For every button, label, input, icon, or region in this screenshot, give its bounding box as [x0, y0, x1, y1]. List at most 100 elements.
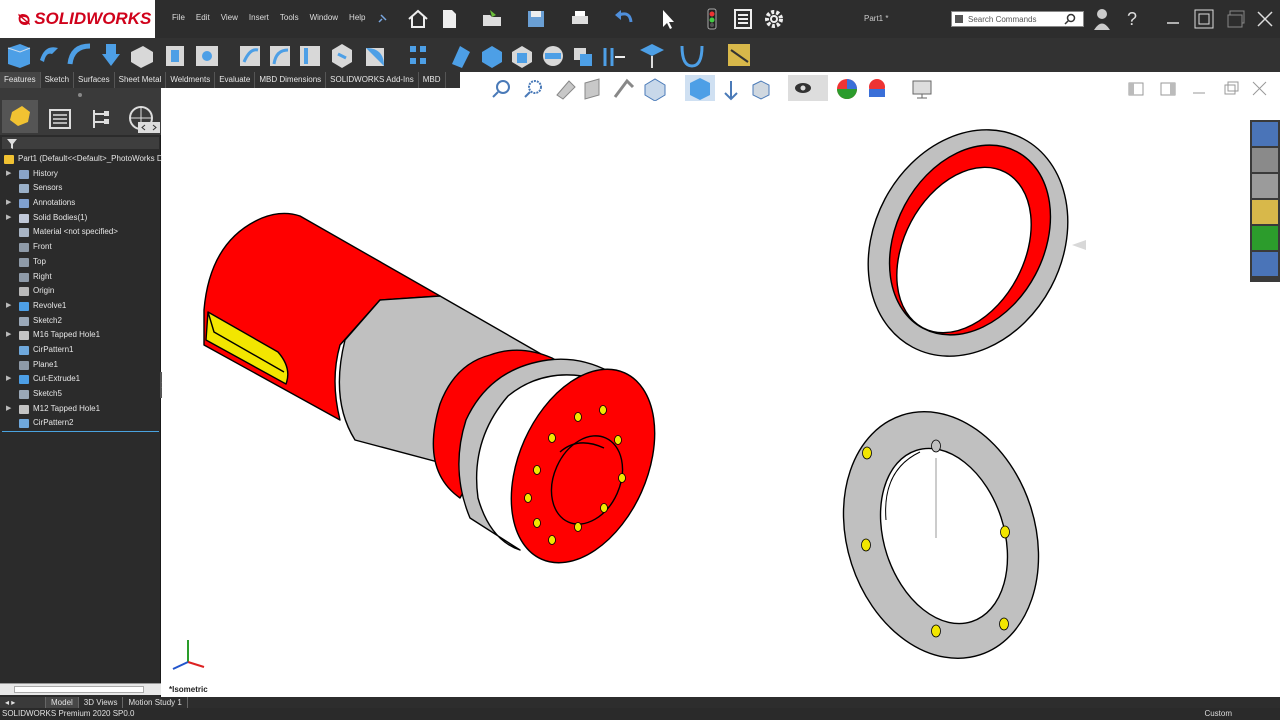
file-properties-icon[interactable] — [731, 7, 755, 31]
tab-mbd[interactable]: MBD — [419, 72, 446, 88]
tab-scroll-arrows-icon[interactable]: ◂ ▸ — [0, 697, 46, 708]
display-style-icon[interactable] — [685, 75, 715, 101]
tab-3d-views[interactable]: 3D Views — [79, 697, 124, 708]
tab-solidworks-add-ins[interactable]: SOLIDWORKS Add-Ins — [326, 72, 419, 88]
tab-sheet-metal[interactable]: Sheet Metal — [115, 72, 167, 88]
home-icon[interactable] — [406, 7, 430, 31]
menu-insert[interactable]: Insert — [249, 13, 269, 22]
pin-icon[interactable] — [376, 13, 388, 25]
feature-manager-tab-icon[interactable] — [2, 100, 38, 133]
help-icon[interactable]: ? — [1124, 9, 1142, 29]
wrap-icon[interactable] — [543, 46, 563, 66]
tree-item-m12-tapped-hole1[interactable]: ▶ M12 Tapped Hole1 — [0, 402, 161, 417]
tab-surfaces[interactable]: Surfaces — [74, 72, 115, 88]
tab-features[interactable]: Features — [0, 72, 41, 88]
expand-arrow-icon[interactable]: ▶ — [6, 372, 11, 386]
scrollbar-thumb[interactable] — [14, 686, 144, 693]
hide-show-items-icon[interactable] — [724, 81, 738, 101]
dynamic-annotation-icon[interactable] — [613, 78, 635, 98]
tab-sketch[interactable]: Sketch — [41, 72, 75, 88]
tree-item-front-plane[interactable]: Front — [0, 240, 161, 255]
tree-item-history[interactable]: ▶ History — [0, 167, 161, 182]
reference-geometry-icon[interactable] — [640, 44, 664, 68]
tree-item-top-plane[interactable]: Top — [0, 255, 161, 270]
appearance-ball-icon[interactable] — [837, 79, 857, 99]
close-icon[interactable] — [1256, 10, 1274, 28]
shell-icon[interactable] — [512, 46, 532, 68]
unit-system-selector[interactable]: Custom — [1204, 708, 1232, 720]
menu-window[interactable]: Window — [310, 13, 338, 22]
menu-help[interactable]: Help — [349, 13, 365, 22]
curves-icon[interactable] — [680, 45, 704, 68]
viewport-tile-right-icon[interactable] — [1160, 82, 1176, 96]
intersect-icon[interactable] — [574, 48, 592, 66]
tab-model[interactable]: Model — [46, 697, 79, 708]
tree-item-sensors[interactable]: Sensors — [0, 181, 161, 196]
open-folder-icon[interactable] — [480, 7, 504, 31]
tree-item-revolve1[interactable]: ▶ Revolve1 — [0, 299, 161, 314]
tab-mbd-dimensions[interactable]: MBD Dimensions — [255, 72, 327, 88]
menu-tools[interactable]: Tools — [280, 13, 299, 22]
draft-icon[interactable] — [482, 46, 502, 68]
extruded-cut-icon[interactable] — [166, 46, 184, 66]
search-scope-icon[interactable] — [954, 14, 964, 24]
viewport-close-icon[interactable] — [1252, 81, 1267, 96]
panel-grip-icon[interactable] — [78, 93, 82, 97]
tab-evaluate[interactable]: Evaluate — [215, 72, 256, 88]
options-gear-icon[interactable] — [762, 7, 786, 31]
tree-root-part1[interactable]: Part1 (Default<<Default>_PhotoWorks D — [0, 152, 163, 167]
flange-ring-part[interactable] — [813, 386, 1070, 684]
menu-edit[interactable]: Edit — [196, 13, 210, 22]
revolved-cut-icon[interactable] — [240, 46, 260, 66]
solidworks-resources-icon[interactable] — [1252, 122, 1278, 146]
tab-motion-study-1[interactable]: Motion Study 1 — [123, 697, 188, 708]
previous-view-icon[interactable] — [556, 80, 576, 100]
design-library-icon[interactable] — [1252, 148, 1278, 172]
section-view-icon[interactable] — [584, 78, 600, 100]
menu-file[interactable]: File — [172, 13, 185, 22]
print-icon[interactable] — [568, 7, 592, 31]
menu-view[interactable]: View — [221, 13, 238, 22]
configuration-manager-tab-icon[interactable] — [93, 110, 109, 128]
swept-boss-icon[interactable] — [67, 43, 91, 65]
appearances-scenes-icon[interactable] — [1252, 226, 1278, 250]
search-icon[interactable] — [1064, 13, 1076, 25]
view-settings-monitor-icon[interactable] — [912, 80, 932, 99]
view-orientation-icon[interactable] — [644, 78, 666, 101]
hole-wizard-icon[interactable] — [196, 46, 218, 66]
expand-arrow-icon[interactable]: ▶ — [6, 167, 11, 181]
tree-item-origin[interactable]: Origin — [0, 284, 161, 299]
select-cursor-icon[interactable] — [656, 7, 680, 31]
tree-item-m16-tapped-hole1[interactable]: ▶ M16 Tapped Hole1 — [0, 328, 161, 343]
edit-appearance-box-icon[interactable] — [752, 80, 770, 100]
hide-show-eye-icon[interactable] — [788, 75, 828, 101]
rib-icon[interactable] — [452, 46, 470, 68]
minimize-icon[interactable] — [1166, 14, 1180, 24]
graphics-area[interactable] — [162, 75, 1280, 697]
save-icon[interactable] — [524, 7, 548, 31]
mirror-icon[interactable] — [603, 48, 625, 66]
retaining-ring-part[interactable] — [830, 95, 1107, 392]
instant3d-icon[interactable] — [728, 44, 750, 66]
property-manager-tab-icon[interactable] — [49, 109, 71, 129]
expand-arrow-icon[interactable]: ▶ — [6, 328, 11, 342]
solidworks-logo[interactable]: ᴓ SOLIDWORKS — [0, 0, 155, 38]
revolved-boss-icon[interactable] — [40, 47, 58, 62]
viewport-restore-icon[interactable] — [1224, 81, 1239, 95]
tree-item-sketch5[interactable]: Sketch5 — [0, 387, 161, 402]
expand-arrow-icon[interactable]: ▶ — [6, 211, 11, 225]
linear-pattern-icon[interactable] — [410, 46, 426, 64]
tab-weldments[interactable]: Weldments — [166, 72, 216, 88]
new-document-icon[interactable] — [437, 7, 461, 31]
panel-expand-arrows-icon[interactable] — [138, 122, 160, 133]
rollback-bar[interactable] — [2, 431, 159, 432]
tree-item-sketch2[interactable]: Sketch2 — [0, 314, 161, 329]
tree-item-cut-extrude1[interactable]: ▶ Cut-Extrude1 — [0, 372, 161, 387]
file-explorer-icon[interactable] — [1252, 174, 1278, 198]
boundary-boss-icon[interactable] — [131, 46, 153, 68]
swept-cut-icon[interactable] — [270, 46, 290, 66]
tree-item-solid-bodies[interactable]: ▶ Solid Bodies(1) — [0, 211, 161, 226]
fillet-icon[interactable] — [366, 48, 384, 66]
view-palette-icon[interactable] — [1252, 200, 1278, 224]
viewport-tile-left-icon[interactable] — [1128, 82, 1144, 96]
